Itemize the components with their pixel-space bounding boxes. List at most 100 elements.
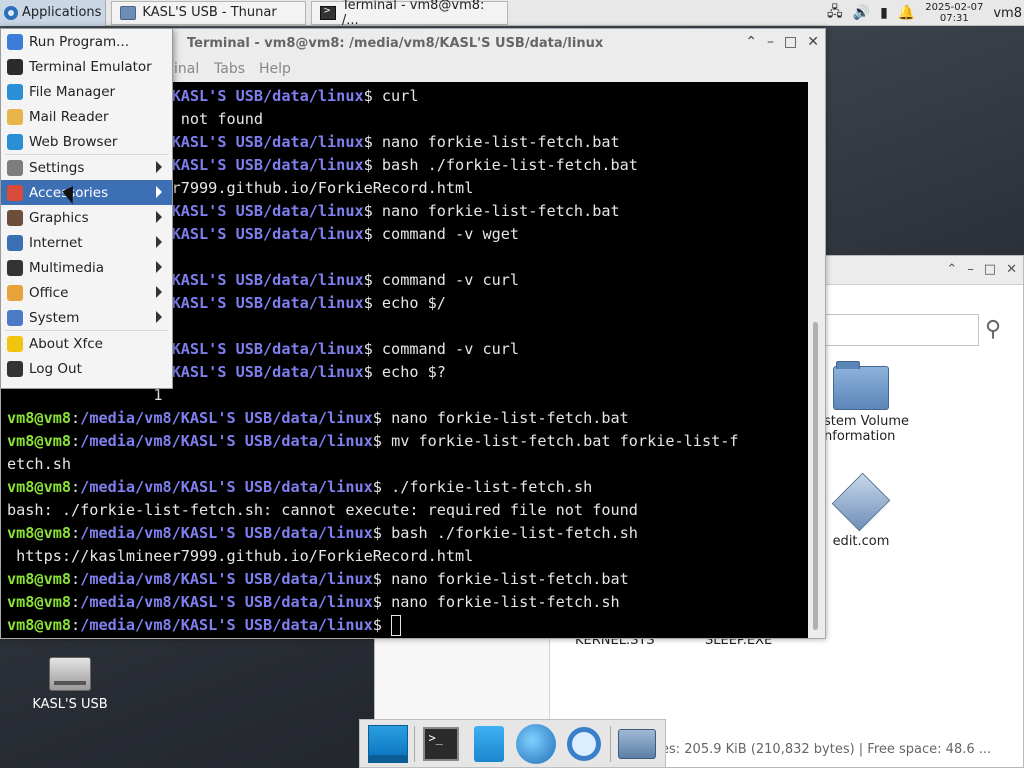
terminal-cursor: [391, 615, 402, 636]
user-menu[interactable]: vm8: [993, 6, 1022, 21]
clock[interactable]: 2025-02-07 07:31: [925, 2, 983, 24]
command-text: etch.sh: [7, 455, 72, 473]
mail-icon: [7, 108, 23, 125]
menu-help[interactable]: Help: [259, 61, 291, 77]
search-input[interactable]: [825, 314, 979, 346]
network-icon[interactable]: 🖧: [827, 1, 843, 25]
terminal-line: vm8@vm8:/media/vm8/KASL'S USB/data/linux…: [1, 430, 808, 453]
chevron-up-icon[interactable]: ⌃: [946, 262, 957, 277]
battery-icon[interactable]: ▮: [880, 5, 888, 21]
menu-item-log-out[interactable]: Log Out: [1, 356, 172, 381]
menu-item-about-xfce[interactable]: About Xfce: [1, 331, 172, 356]
prompt-sep: :: [71, 593, 81, 611]
command-text: $ bash ./forkie-list-fetch.sh: [372, 524, 638, 542]
prompt-sep: :: [71, 570, 81, 588]
dock-terminal[interactable]: [420, 724, 462, 764]
close-icon[interactable]: ✕: [1006, 262, 1017, 277]
graphics-icon: [7, 209, 23, 226]
dock: [359, 719, 666, 768]
menu-item-mail-reader[interactable]: Mail Reader: [1, 104, 172, 129]
prompt-path: /media/vm8/KASL'S USB/data/linux: [80, 616, 373, 634]
command-text: $ nano forkie-list-fetch.sh: [372, 593, 620, 611]
menu-item-label: Graphics: [29, 209, 89, 226]
file-manager-icon: [7, 83, 23, 100]
file-item-edit-com[interactable]: edit.com: [811, 472, 911, 549]
internet-icon: [7, 234, 23, 251]
volume-icon[interactable]: 🔊: [853, 5, 870, 21]
dock-web-browser[interactable]: [515, 723, 557, 764]
menu-item-internet[interactable]: Internet: [1, 230, 172, 255]
search-icon[interactable]: ⚲: [985, 317, 1001, 342]
folder-icon: [120, 5, 137, 20]
terminal-icon: [423, 726, 460, 761]
command-text: $ echo $/: [363, 294, 446, 312]
drive-icon: [49, 657, 91, 691]
file-manager-icon: [473, 725, 504, 762]
prompt-sep: :: [71, 432, 81, 450]
terminal-line: vm8@vm8:/media/vm8/KASL'S USB/data/linux…: [1, 522, 808, 545]
command-text: $ command -v curl: [363, 271, 520, 289]
settings-icon: [7, 159, 23, 176]
menu-tabs[interactable]: Tabs: [214, 61, 245, 77]
notification-bell-icon[interactable]: 🔔: [898, 5, 915, 21]
prompt-user: vm8@vm8: [7, 409, 72, 427]
menu-item-run-program[interactable]: Run Program...: [1, 29, 172, 54]
dock-folder[interactable]: [616, 724, 658, 764]
show-desktop-icon: [367, 724, 408, 763]
menu-item-accessories[interactable]: Accessories: [1, 180, 172, 205]
menu-item-multimedia[interactable]: Multimedia: [1, 255, 172, 280]
chevron-up-icon[interactable]: ⌃: [745, 34, 757, 50]
terminal-scrollbar[interactable]: [808, 82, 823, 638]
dock-show-desktop[interactable]: [367, 724, 409, 764]
desktop-icon-label: KASL'S USB: [32, 697, 108, 712]
menu-item-office[interactable]: Office: [1, 280, 172, 305]
command-text: $ ./forkie-list-fetch.sh: [372, 478, 593, 496]
dock-app-finder[interactable]: [563, 724, 605, 764]
menu-item-label: Log Out: [29, 360, 82, 377]
menu-item-system[interactable]: System: [1, 305, 172, 330]
menu-item-label: About Xfce: [29, 335, 103, 352]
command-text: $ echo $?: [363, 363, 446, 381]
close-icon[interactable]: ✕: [807, 34, 819, 50]
prompt-sep: :: [71, 524, 81, 542]
menu-item-web-browser[interactable]: Web Browser: [1, 129, 172, 154]
menu-item-terminal-emulator[interactable]: Terminal Emulator: [1, 54, 172, 79]
submenu-arrow-icon: [156, 236, 162, 248]
command-text: $ nano forkie-list-fetch.bat: [363, 133, 620, 151]
prompt-path: 8/KASL'S USB/data/linux: [153, 363, 364, 381]
top-panel: Applications KASL'S USB - Thunar Termina…: [0, 0, 1024, 28]
maximize-icon[interactable]: □: [784, 34, 797, 50]
prompt-sep: :: [71, 478, 81, 496]
dock-separator: [414, 725, 416, 762]
menu-item-file-manager[interactable]: File Manager: [1, 79, 172, 104]
terminal-line: https://kaslmineer7999.github.io/ForkieR…: [1, 545, 808, 568]
taskbar-item-terminal[interactable]: Terminal - vm8@vm8: /...: [311, 0, 509, 28]
web-browser-icon: [7, 133, 23, 150]
command-text: $ nano forkie-list-fetch.bat: [372, 570, 629, 588]
taskbar-item-thunar[interactable]: KASL'S USB - Thunar: [111, 0, 307, 25]
prompt-user: vm8@vm8: [7, 478, 72, 496]
system-icon: [7, 309, 23, 326]
log-out-icon: [7, 360, 23, 377]
terminal-icon: [7, 58, 23, 75]
prompt-path: 8/KASL'S USB/data/linux: [153, 87, 364, 105]
clock-date: 2025-02-07: [925, 2, 984, 13]
menu-terminal[interactable]: inal: [174, 61, 199, 77]
minimize-icon[interactable]: –: [967, 262, 974, 277]
prompt-user: vm8@vm8: [7, 616, 72, 634]
prompt-path: 8/KASL'S USB/data/linux: [153, 340, 364, 358]
terminal-line: bash: ./forkie-list-fetch.sh: cannot exe…: [1, 499, 808, 522]
menu-item-graphics[interactable]: Graphics: [1, 205, 172, 230]
file-item-system-volume-information[interactable]: stem Volume nformation: [811, 361, 911, 444]
menu-item-settings[interactable]: Settings: [1, 155, 172, 180]
command-text: bash: ./forkie-list-fetch.sh: cannot exe…: [7, 501, 638, 519]
desktop-icon-usb-drive[interactable]: KASL'S USB: [22, 657, 118, 712]
maximize-icon[interactable]: □: [984, 262, 996, 277]
menu-item-label: Mail Reader: [29, 108, 109, 125]
applications-menu-button[interactable]: Applications: [0, 0, 107, 26]
dock-file-manager[interactable]: [468, 724, 510, 764]
file-item-label: edit.com: [832, 534, 890, 549]
prompt-path: 8/KASL'S USB/data/linux: [153, 271, 364, 289]
dock-separator: [609, 725, 611, 762]
minimize-icon[interactable]: –: [767, 34, 774, 50]
